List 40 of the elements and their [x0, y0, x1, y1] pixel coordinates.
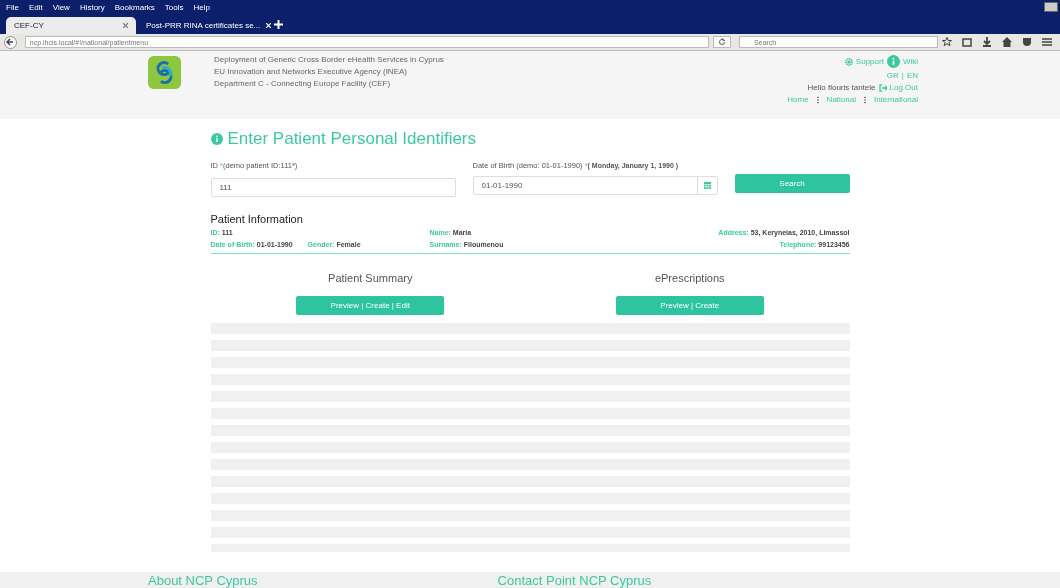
info-icon [886, 55, 900, 68]
section-title: Patient Summary [328, 272, 413, 284]
menu-item[interactable]: History [79, 2, 105, 12]
reload-icon [718, 38, 727, 46]
browser-tab[interactable]: CEF-CY [6, 17, 136, 34]
download-icon[interactable] [982, 37, 992, 47]
logout-icon [878, 83, 887, 92]
footer-heading: Contact Point NCP Cyprus [497, 572, 652, 588]
reload-button[interactable] [713, 36, 732, 48]
browser-tab[interactable]: Post-PRR RINA certificates se... [138, 17, 268, 34]
greeting-text: Hello flouris tantele [807, 83, 876, 92]
dots-separator-icon [816, 95, 819, 104]
clipboard-icon[interactable] [962, 37, 972, 47]
window-controls-icon[interactable] [1044, 2, 1058, 12]
info-icon [210, 133, 223, 145]
dots-separator-icon [863, 95, 866, 104]
language-separator: | [901, 71, 904, 80]
menu-item[interactable]: Bookmarks [114, 2, 155, 12]
settings-icon [844, 57, 853, 66]
section-heading: Patient Information [210, 213, 304, 225]
menu-icon[interactable] [1042, 37, 1052, 47]
pocket-icon[interactable] [1022, 37, 1032, 47]
menu-item[interactable]: Edit [28, 2, 43, 12]
header-text: Deployment of Generic Cross Border eHealth Services in Cyprus [214, 55, 444, 64]
page-title: Enter Patient Personal Identifiers [227, 129, 477, 149]
footer-heading: About NCP Cyprus [148, 572, 258, 588]
logo-icon [148, 56, 181, 89]
back-button[interactable] [4, 35, 17, 49]
section-title: ePrescriptions [654, 272, 725, 284]
header-text: EU Innovation and Networks Executive Agency (INEA) [214, 67, 408, 76]
menu-item[interactable]: Tools [164, 2, 184, 12]
menu-item[interactable]: Help [193, 2, 210, 12]
menu-item[interactable]: View [52, 2, 70, 12]
new-tab-icon[interactable] [274, 19, 283, 29]
star-icon[interactable] [942, 37, 952, 47]
header-text: Department C - Connecting Europe Facility (CEF) [214, 79, 392, 88]
id-input-field[interactable]: 111 [210, 178, 456, 197]
date-input-field[interactable]: 01-01-1990 [472, 176, 698, 195]
menu-item[interactable]: File [6, 2, 19, 12]
home-icon[interactable] [1002, 37, 1012, 47]
